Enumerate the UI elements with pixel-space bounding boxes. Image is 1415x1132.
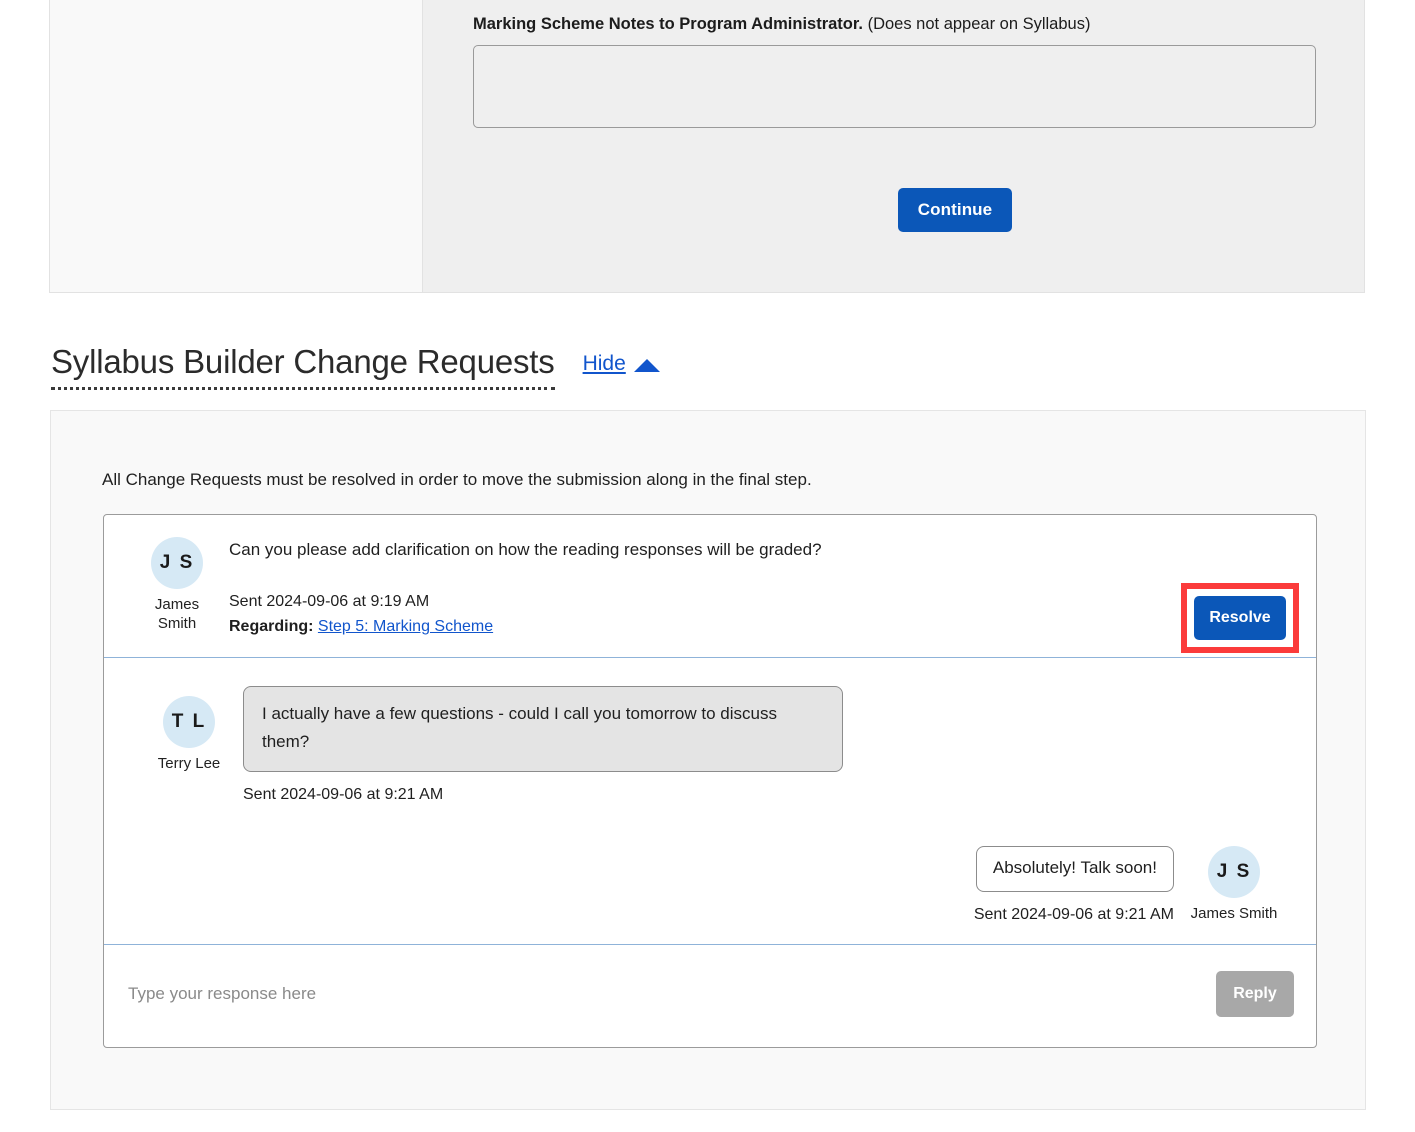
caret-up-icon[interactable] [633,358,660,372]
avatar: J S [151,537,203,589]
message-timestamp: Sent 2024-09-06 at 9:21 AM [243,786,444,803]
marking-scheme-notes-label: Marking Scheme Notes to Program Administ… [473,14,1316,34]
message-content: Absolutely! Talk soon! Sent 2024-09-06 a… [974,846,1174,924]
marking-scheme-notes-textarea[interactable] [473,45,1316,128]
marking-scheme-form-panel: Marking Scheme Notes to Program Administ… [49,0,1365,293]
message-bubble: I actually have a few questions - could … [243,686,843,772]
change-requests-card: All Change Requests must be resolved in … [50,410,1366,1110]
avatar: T L [163,696,215,748]
change-request-details: Can you please add clarification on how … [229,539,1316,639]
reply-input[interactable] [128,978,1216,1010]
notes-label-sub: (Does not appear on Syllabus) [862,15,1091,33]
resolve-button-highlight: Resolve [1181,583,1299,653]
reply-button[interactable]: Reply [1216,971,1294,1017]
message-content: I actually have a few questions - could … [243,686,843,804]
message-author: T L Terry Lee [145,686,233,773]
hide-link[interactable]: Hide [583,352,626,376]
change-request-regarding: Regarding: Step 5: Marking Scheme [229,614,1116,639]
list-item: T L Terry Lee I actually have a few ques… [104,686,1316,804]
change-request-thread: J S James Smith Can you please add clari… [103,514,1317,1048]
avatar-name: Terry Lee [157,755,221,772]
change-requests-intro-text: All Change Requests must be resolved in … [102,470,812,489]
form-panel-left-column [50,0,423,292]
change-requests-heading-row: Syllabus Builder Change Requests Hide [51,343,660,390]
request-author: J S James Smith [145,537,209,633]
conversation-list: T L Terry Lee I actually have a few ques… [104,658,1316,944]
resolve-button[interactable]: Resolve [1194,596,1286,640]
message-bubble: Absolutely! Talk soon! [975,846,1174,892]
change-request-question: Can you please add clarification on how … [229,540,822,559]
page-title: Syllabus Builder Change Requests [51,343,555,390]
continue-button[interactable]: Continue [898,188,1012,232]
regarding-label: Regarding: [229,618,314,635]
regarding-step-link[interactable]: Step 5: Marking Scheme [318,618,493,635]
notes-label-main: Marking Scheme Notes to Program Administ… [473,15,863,33]
list-item: Absolutely! Talk soon! Sent 2024-09-06 a… [104,846,1316,924]
change-request-header: J S James Smith Can you please add clari… [104,515,1316,657]
change-request-sent-timestamp: Sent 2024-09-06 at 9:19 AM [229,593,430,610]
avatar: J S [1208,846,1260,898]
hide-toggle[interactable]: Hide [583,352,660,376]
message-timestamp: Sent 2024-09-06 at 9:21 AM [973,906,1174,923]
reply-row: Reply [104,945,1316,1047]
message-author: J S James Smith [1180,846,1288,923]
avatar-name: James Smith [1190,905,1278,922]
form-panel-right-column: Marking Scheme Notes to Program Administ… [423,0,1364,292]
avatar-name: James Smith [154,596,200,632]
